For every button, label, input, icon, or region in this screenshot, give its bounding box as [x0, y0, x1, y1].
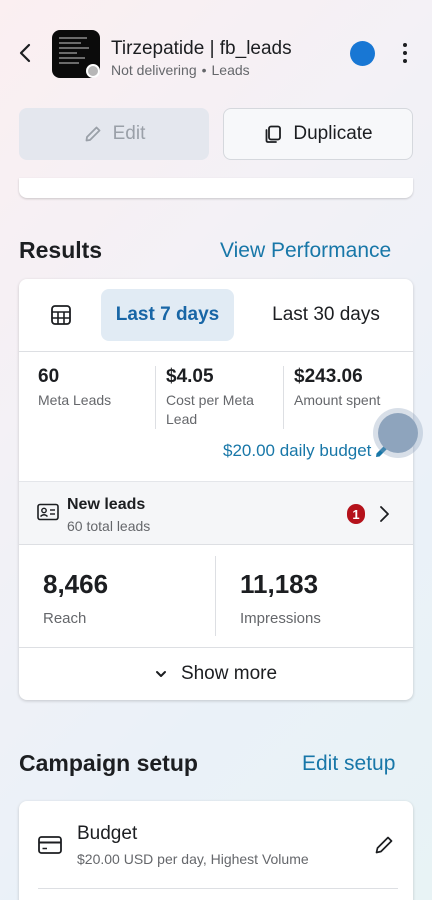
budget-subtitle: $20.00 USD per day, Highest Volume — [77, 851, 309, 867]
calendar-table-icon[interactable] — [49, 303, 73, 327]
campaign-setup-title: Campaign setup — [19, 750, 198, 776]
metric-divider — [283, 366, 284, 429]
metric-value: $243.06 — [294, 366, 363, 387]
pencil-icon — [85, 126, 101, 142]
metric-cost-per-lead: $4.05 Cost per Meta Lead — [166, 366, 278, 429]
credit-card-icon — [38, 836, 62, 854]
duplicate-icon — [265, 125, 282, 143]
campaign-title: Tirzepatide | fb_leads — [111, 38, 292, 59]
pencil-icon[interactable] — [373, 834, 395, 856]
show-more-button[interactable]: Show more — [19, 647, 413, 700]
results-card: Last 7 days Last 30 days 60 Meta Leads $… — [19, 279, 413, 700]
metric-label: Amount spent — [294, 392, 381, 408]
delivery-status: Not delivering — [111, 62, 197, 78]
new-leads-title: New leads — [67, 496, 146, 513]
notification-badge: 1 — [347, 504, 365, 524]
date-range-tabs: Last 7 days Last 30 days — [19, 279, 413, 352]
tab-last-30-days[interactable]: Last 30 days — [254, 289, 398, 341]
edit-button[interactable]: Edit — [19, 108, 209, 160]
metric-divider — [155, 366, 156, 429]
view-performance-link[interactable]: View Performance — [220, 239, 391, 263]
results-title: Results — [19, 237, 103, 263]
profile-dot[interactable] — [350, 41, 375, 66]
subtitle-separator: • — [201, 62, 207, 78]
metric-label: Meta Leads — [38, 392, 112, 408]
daily-budget-label: $20.00 daily budget — [223, 441, 372, 460]
metric-impressions: 11,183 Impressions — [240, 569, 321, 627]
delivery-status-dot — [86, 64, 100, 78]
reach-value: 8,466 — [43, 569, 109, 599]
edit-button-label: Edit — [112, 123, 146, 144]
new-leads-subtitle: 60 total leads — [67, 518, 151, 534]
back-arrow-icon — [19, 43, 31, 63]
edit-setup-link[interactable]: Edit setup — [302, 752, 395, 776]
chevron-down-icon — [155, 671, 166, 677]
collapsed-card — [19, 178, 413, 198]
metric-value: $4.05 — [166, 366, 214, 387]
touch-indicator — [378, 413, 418, 453]
duplicate-button-label: Duplicate — [293, 123, 373, 144]
metric-amount-spent: $243.06 Amount spent — [294, 366, 406, 410]
new-leads-row[interactable]: New leads 60 total leads 1 — [19, 481, 413, 545]
reach-label: Reach — [43, 610, 87, 627]
more-options-button[interactable] — [394, 38, 416, 68]
impressions-label: Impressions — [240, 610, 321, 627]
header: Tirzepatide | fb_leads Not delivering • Le… — [0, 0, 432, 100]
chevron-right-icon — [380, 506, 389, 522]
campaign-subtitle: Not delivering • Leads — [111, 62, 250, 78]
back-button[interactable] — [12, 38, 38, 68]
metric-reach: 8,466 Reach — [43, 569, 108, 627]
campaign-objective: Leads — [211, 62, 250, 78]
impressions-value: 11,183 — [240, 569, 319, 599]
metric-label: Cost per Meta Lead — [166, 392, 254, 427]
divider — [38, 888, 398, 889]
metric-divider — [215, 556, 216, 636]
metric-meta-leads: 60 Meta Leads — [38, 366, 156, 410]
budget-title: Budget — [77, 823, 138, 844]
metric-value: 60 — [38, 366, 60, 387]
tab-last-7-days[interactable]: Last 7 days — [101, 289, 234, 341]
duplicate-button[interactable]: Duplicate — [223, 108, 413, 160]
budget-card[interactable]: Budget $20.00 USD per day, Highest Volum… — [19, 801, 413, 900]
more-vertical-icon — [403, 43, 407, 47]
show-more-label: Show more — [180, 663, 278, 684]
contact-card-icon — [37, 503, 59, 521]
daily-budget-link[interactable]: $20.00 daily budget — [223, 441, 390, 461]
